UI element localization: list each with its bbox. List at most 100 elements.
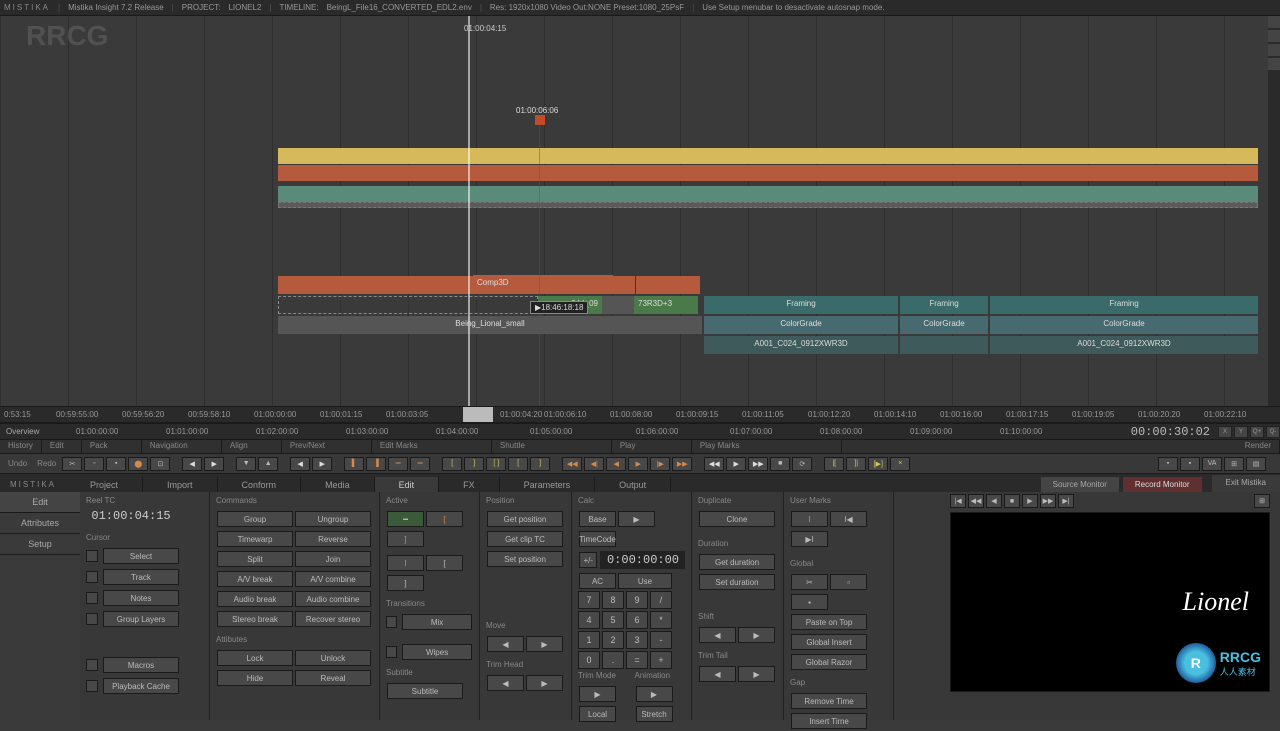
audio-combine-button[interactable]: Audio combine: [295, 591, 371, 607]
clip-comp3d-label[interactable]: Comp3D: [473, 275, 613, 293]
stereo-break-button[interactable]: Stereo break: [217, 611, 293, 627]
tab-parameters[interactable]: Parameters: [500, 477, 596, 493]
stop-icon[interactable]: ■: [770, 457, 790, 471]
clip-comp3d-b[interactable]: [636, 276, 700, 294]
key-div[interactable]: /: [650, 591, 672, 609]
get-position-button[interactable]: Get position: [487, 511, 563, 527]
key-0[interactable]: 0: [578, 651, 600, 669]
x-lock[interactable]: X: [1218, 426, 1232, 438]
paste-icon[interactable]: ▪: [106, 457, 126, 471]
in-mark-icon[interactable]: [: [442, 457, 462, 471]
insert-time-button[interactable]: Insert Time: [791, 713, 867, 729]
subtitle-button[interactable]: Subtitle: [387, 683, 463, 699]
shift-left-icon[interactable]: ◀: [699, 627, 736, 643]
q-zoom-out[interactable]: Q-: [1266, 426, 1280, 438]
trim-tail-left-icon[interactable]: ◀: [699, 666, 736, 682]
clip-framing-3[interactable]: Framing: [990, 296, 1258, 314]
checkbox-select[interactable]: [86, 550, 98, 562]
calc-display[interactable]: 0:00:00:00: [600, 551, 685, 569]
overview-track-4[interactable]: [278, 202, 1258, 208]
redo-button[interactable]: Redo: [33, 459, 60, 468]
key-9[interactable]: 9: [626, 591, 648, 609]
step-fwd-icon[interactable]: |▶: [650, 457, 670, 471]
clear-in-icon[interactable]: [: [508, 457, 528, 471]
ungroup-button[interactable]: Ungroup: [295, 511, 371, 527]
checkbox-notes[interactable]: [86, 592, 98, 604]
next-clip-icon[interactable]: ▶: [312, 457, 332, 471]
plus-minus-button[interactable]: +/-: [579, 552, 597, 568]
global-insert-button[interactable]: Global Insert: [791, 634, 867, 650]
mark-goto-in-icon[interactable]: |[: [824, 457, 844, 471]
render-queue-icon[interactable]: ▤: [1246, 457, 1266, 471]
shuttle-fwd-icon[interactable]: ▶: [628, 457, 648, 471]
clip-being-lional[interactable]: Being_Lional_small: [278, 316, 702, 334]
timecode-button[interactable]: TimeCode: [579, 531, 616, 547]
active-out-icon[interactable]: ]: [387, 531, 424, 547]
clip-colorgrade-1[interactable]: ColorGrade: [704, 316, 898, 334]
collapse-button-3[interactable]: [1268, 44, 1280, 56]
key-8[interactable]: 8: [602, 591, 624, 609]
shift-right-icon[interactable]: ▶: [738, 627, 775, 643]
render-b-icon[interactable]: ▪: [1180, 457, 1200, 471]
mark-out-top-icon[interactable]: ▐: [366, 457, 386, 471]
track-button[interactable]: Track: [103, 569, 179, 585]
out-mark-icon[interactable]: ]: [464, 457, 484, 471]
inout-icon[interactable]: [ ]: [486, 457, 506, 471]
tab-media[interactable]: Media: [301, 477, 375, 493]
reel-timecode[interactable]: 01:00:04:15: [86, 509, 176, 523]
global-razor-button[interactable]: Global Razor: [791, 654, 867, 670]
link-icon[interactable]: ⊡: [150, 457, 170, 471]
clone-button[interactable]: Clone: [699, 511, 775, 527]
tab-project[interactable]: Project: [66, 477, 143, 493]
av-combine-button[interactable]: A/V combine: [295, 571, 371, 587]
group-layers-button[interactable]: Group Layers: [103, 611, 179, 627]
playhead[interactable]: [468, 16, 470, 406]
user-mark-prev-icon[interactable]: I◀: [830, 511, 867, 527]
play-back-icon[interactable]: ◀◀: [704, 457, 724, 471]
mon-play-icon[interactable]: ▶: [1022, 494, 1038, 508]
overview-track-3[interactable]: [278, 186, 1258, 202]
active-in-icon[interactable]: [: [426, 511, 463, 527]
remove-time-button[interactable]: Remove Time: [791, 693, 867, 709]
collapse-button-4[interactable]: [1268, 58, 1280, 70]
key-6[interactable]: 6: [626, 611, 648, 629]
mark-goto-out-icon[interactable]: ]|: [846, 457, 866, 471]
key-7[interactable]: 7: [578, 591, 600, 609]
play-inout-icon[interactable]: [▶]: [868, 457, 888, 471]
clip-src-2[interactable]: [900, 336, 988, 354]
mon-back-icon[interactable]: ◀: [986, 494, 1002, 508]
clip-gap[interactable]: [602, 296, 634, 314]
key-dot[interactable]: .: [602, 651, 624, 669]
trim-head-left-icon[interactable]: ◀: [487, 675, 524, 691]
active-r-icon[interactable]: ]: [387, 575, 424, 591]
tab-import[interactable]: Import: [143, 477, 218, 493]
collapse-button-2[interactable]: [1268, 30, 1280, 42]
mark-in-top-icon[interactable]: ▌: [344, 457, 364, 471]
ac-button[interactable]: AC: [579, 573, 616, 589]
reveal-button[interactable]: Reveal: [295, 670, 371, 686]
timeline-area[interactable]: 01:00:04:15 01:00:06:06 Comp3D 244_09 73…: [0, 16, 1280, 406]
overview-track-2[interactable]: [278, 165, 1258, 181]
tab-fx[interactable]: FX: [439, 477, 500, 493]
key-1[interactable]: 1: [578, 631, 600, 649]
key-add[interactable]: +: [650, 651, 672, 669]
mon-settings-icon[interactable]: ⊞: [1254, 494, 1270, 508]
record-monitor-view[interactable]: Lionel R RRCG 人人素材: [950, 512, 1270, 692]
render-settings-icon[interactable]: ⊞: [1224, 457, 1244, 471]
mark-clear-icon[interactable]: ×: [890, 457, 910, 471]
nav-next-icon[interactable]: ▶: [204, 457, 224, 471]
tab-output[interactable]: Output: [595, 477, 671, 493]
play-fwd-icon[interactable]: ▶▶: [748, 457, 768, 471]
prev-clip-icon[interactable]: ◀: [290, 457, 310, 471]
audio-break-button[interactable]: Audio break: [217, 591, 293, 607]
timewarp-button[interactable]: Timewarp: [217, 531, 293, 547]
mon-stop-icon[interactable]: ■: [1004, 494, 1020, 508]
user-mark-next-icon[interactable]: ▶I: [791, 531, 828, 547]
mark-next-icon[interactable]: ═: [410, 457, 430, 471]
select-button[interactable]: Select: [103, 548, 179, 564]
tab-edit[interactable]: Edit: [375, 477, 440, 493]
clear-out-icon[interactable]: ]: [530, 457, 550, 471]
recover-stereo-button[interactable]: Recover stereo: [295, 611, 371, 627]
align-up-icon[interactable]: ▲: [258, 457, 278, 471]
cut-icon[interactable]: ✂: [62, 457, 82, 471]
